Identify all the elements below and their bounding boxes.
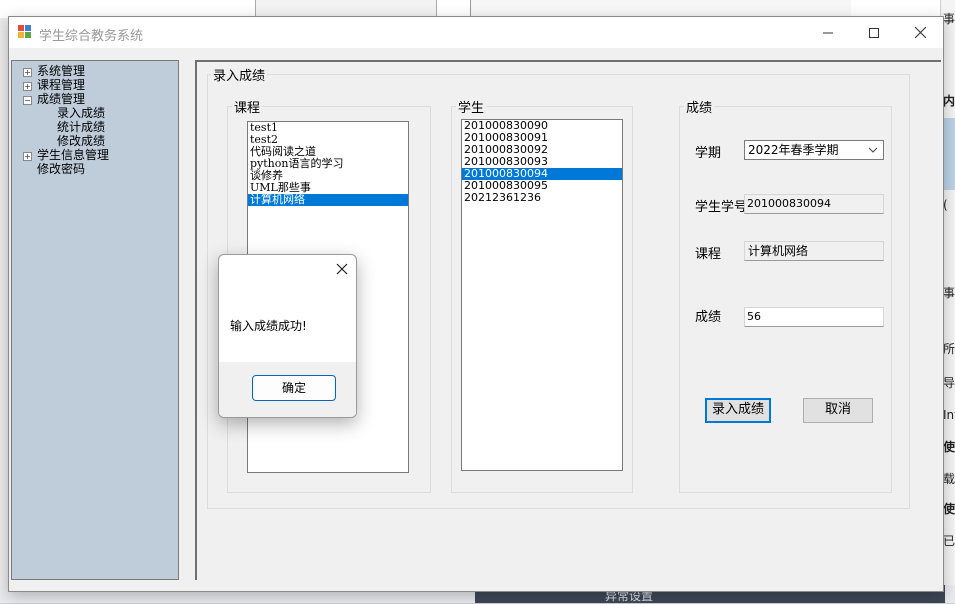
background-text: 已装	[943, 534, 955, 548]
title-bar[interactable]: 学生综合教务系统	[9, 17, 943, 48]
minimize-button[interactable]	[805, 17, 851, 48]
student-group-label: 学生	[456, 97, 487, 116]
collapse-icon[interactable]: −	[23, 96, 32, 105]
background-text: 使用	[943, 502, 955, 516]
student-list-item[interactable]: 20212361236	[462, 192, 622, 204]
background-text: 导岀	[943, 376, 955, 390]
main-window: 学生综合教务系统 + 系统管理 + 课程管理 − 成绩管理 录入成绩 统计成绩 …	[8, 16, 944, 592]
background-text: Int	[943, 408, 955, 422]
minimize-icon	[823, 32, 833, 33]
chevron-down-icon	[868, 141, 878, 165]
expand-icon[interactable]: +	[23, 68, 32, 77]
course-field: 计算机网络	[744, 241, 884, 261]
course-list-item[interactable]: 计算机网络	[248, 194, 408, 206]
term-value: 2022年春季学期	[748, 143, 839, 157]
tree-item-change-password[interactable]: 修改密码	[37, 162, 85, 176]
expand-icon[interactable]: +	[23, 152, 32, 161]
app-icon	[18, 25, 32, 39]
tree-item-student-info[interactable]: 学生信息管理	[37, 148, 109, 162]
background-text: 所有	[943, 342, 955, 356]
dialog-footer: 确定	[219, 362, 356, 417]
cancel-button[interactable]: 取消	[803, 398, 873, 423]
course-label: 课程	[695, 247, 722, 262]
maximize-button[interactable]	[851, 17, 897, 48]
dialog-message: 输入成绩成功!	[230, 319, 307, 333]
submit-grade-button[interactable]: 录入成绩	[705, 398, 771, 423]
grade-group	[679, 106, 892, 493]
background-text: 载随	[943, 472, 955, 486]
close-button[interactable]	[897, 17, 943, 48]
background-text: 事	[943, 286, 955, 300]
expand-icon[interactable]: +	[23, 82, 32, 91]
success-dialog: 输入成绩成功! 确定	[218, 254, 357, 418]
close-icon	[336, 263, 348, 275]
background-text: 事件	[943, 12, 955, 26]
student-id-label: 学生学号	[695, 200, 748, 215]
window-title: 学生综合教务系统	[39, 29, 144, 44]
course-group-label: 课程	[232, 97, 263, 116]
maximize-icon	[869, 27, 879, 38]
ok-button[interactable]: 确定	[252, 375, 336, 401]
background-window-fragment	[0, 18, 8, 585]
background-text: 内	[943, 94, 955, 108]
tree-item-enter-grades[interactable]: 录入成绩	[57, 106, 105, 120]
score-label: 成绩	[695, 310, 722, 325]
background-text: 使用	[943, 440, 955, 454]
tree-item-grade-statistics[interactable]: 统计成绩	[57, 120, 105, 134]
tree-item-course-management[interactable]: 课程管理	[37, 78, 85, 92]
panel-title: 录入成绩	[211, 65, 268, 84]
tree-item-grade-management[interactable]: 成绩管理	[37, 92, 85, 106]
grade-group-label: 成绩	[684, 97, 715, 116]
tree-item-modify-grades[interactable]: 修改成绩	[57, 134, 105, 148]
term-select[interactable]: 2022年春季学期	[744, 140, 884, 160]
student-listbox[interactable]: 201000830090 201000830091 201000830092 2010…	[461, 119, 623, 471]
score-input[interactable]: 56	[744, 307, 884, 327]
term-label: 学期	[695, 146, 722, 161]
dialog-close-button[interactable]	[334, 261, 350, 277]
navigation-tree: + 系统管理 + 课程管理 − 成绩管理 录入成绩 统计成绩 修改成绩 + 学生…	[11, 60, 179, 580]
close-icon	[914, 27, 926, 38]
tree-item-system-management[interactable]: 系统管理	[37, 64, 85, 78]
student-id-field: 201000830094	[744, 194, 884, 214]
